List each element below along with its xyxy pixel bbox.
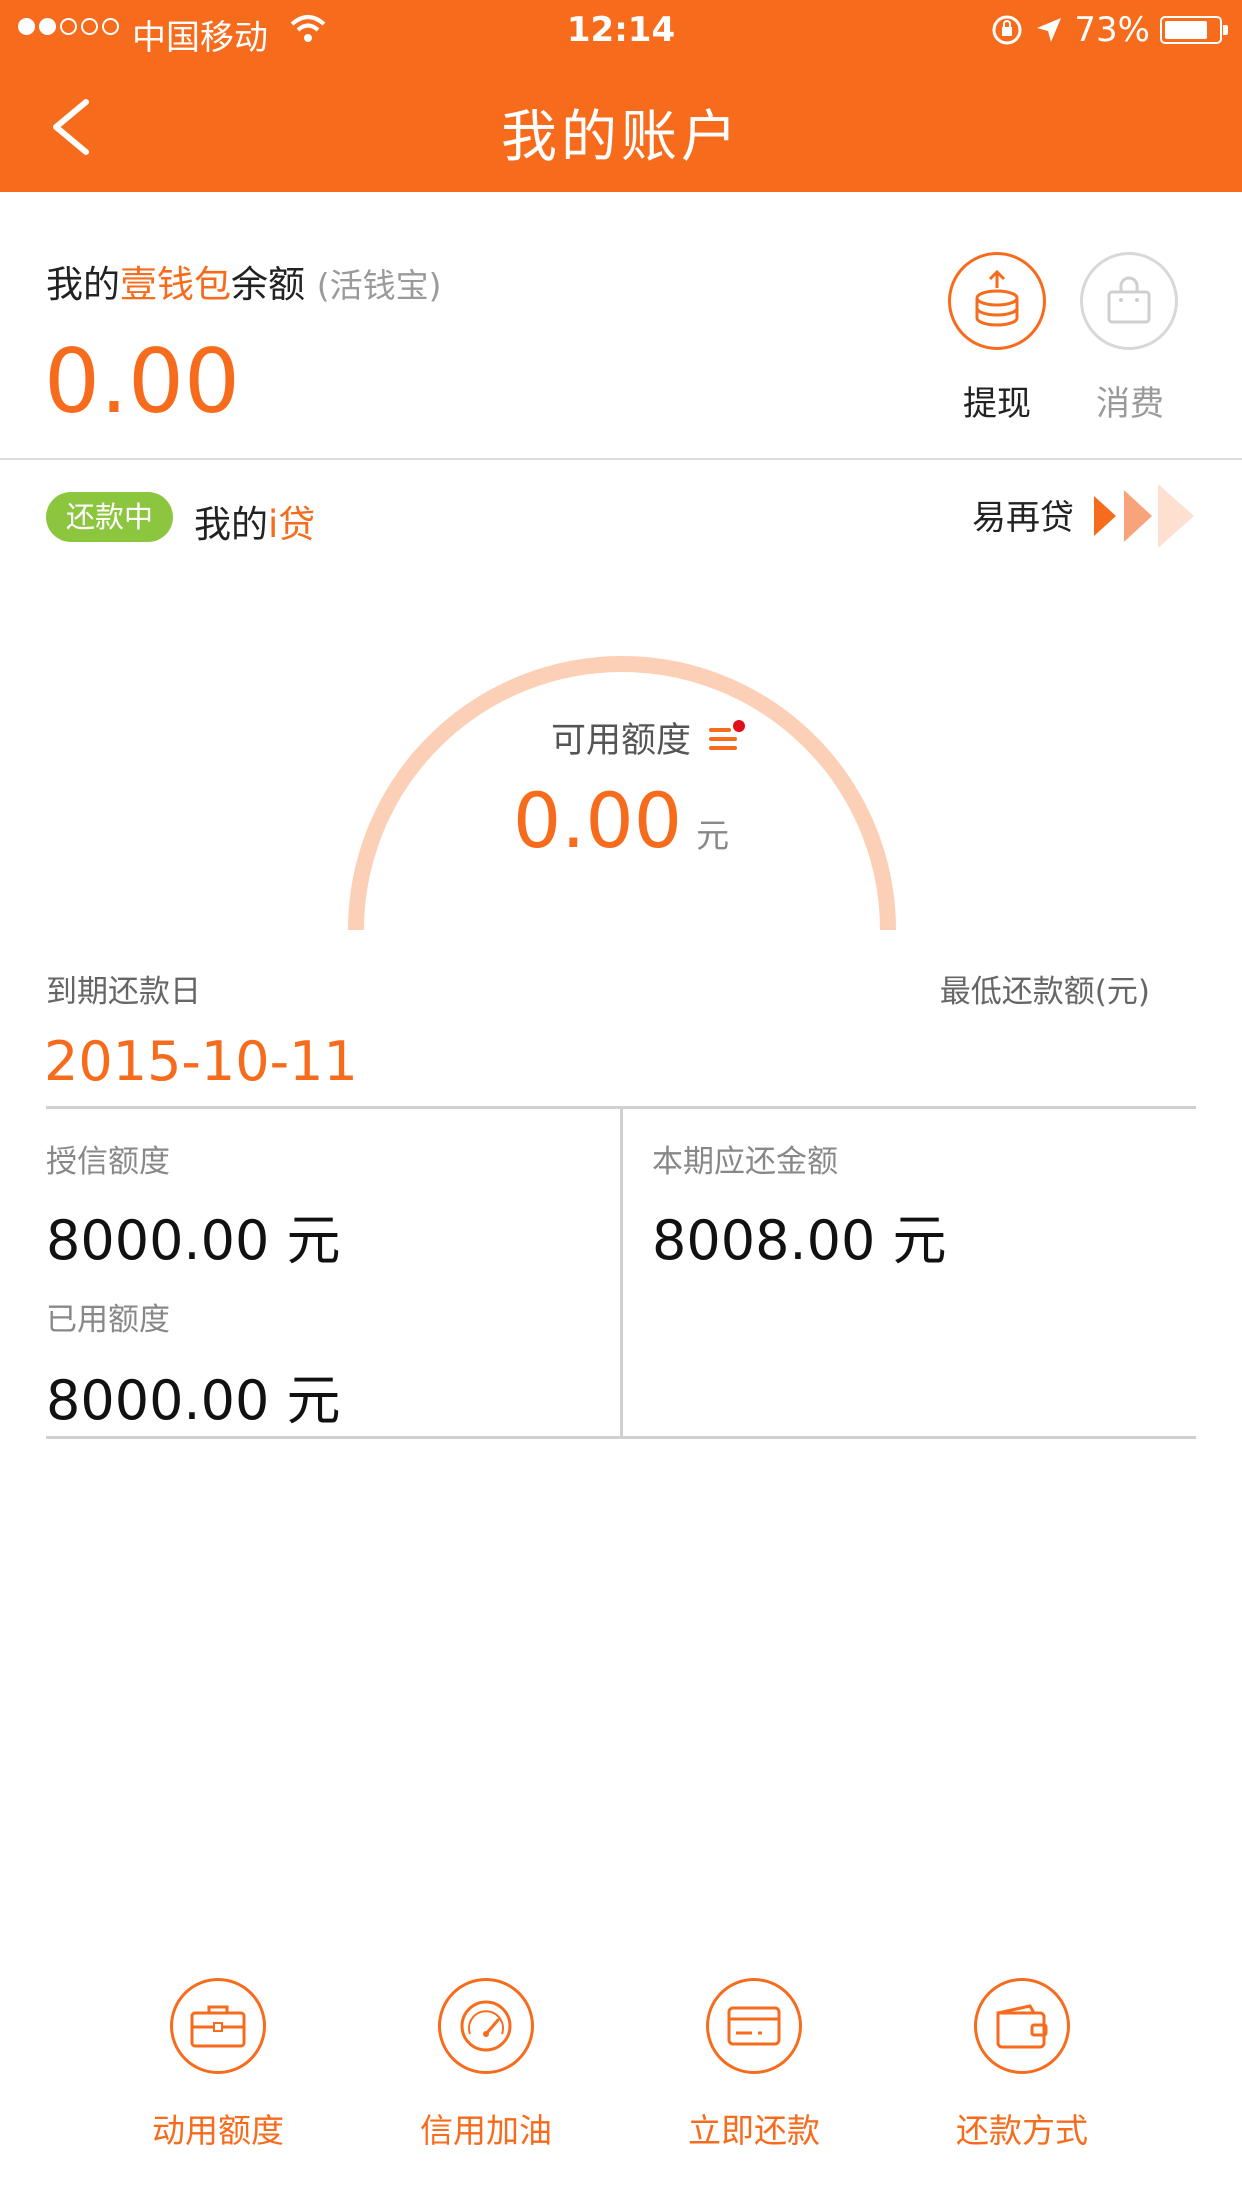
grid-vertical-line bbox=[620, 1106, 623, 1439]
battery-icon bbox=[1160, 16, 1228, 44]
used-credit-value: 8000.00 元 bbox=[46, 1369, 341, 1432]
available-credit-label: 可用额度 bbox=[0, 712, 1242, 763]
withdraw-button[interactable] bbox=[948, 252, 1046, 350]
triple-chevron-right-icon[interactable] bbox=[1094, 480, 1200, 552]
available-credit-value: 0.00 元 bbox=[512, 776, 730, 865]
card-icon bbox=[727, 2006, 781, 2046]
page-title: 我的账户 bbox=[501, 105, 741, 170]
briefcase-icon bbox=[190, 2005, 246, 2048]
loan-title: 我的i贷 bbox=[194, 503, 316, 546]
location-arrow-icon bbox=[1037, 18, 1062, 42]
reloan-link[interactable]: 易再贷 bbox=[972, 490, 1074, 539]
coins-withdraw-icon bbox=[975, 270, 1019, 327]
repayment-method-button[interactable]: 还款方式 bbox=[892, 1978, 1152, 2152]
due-date-value: 2015-10-11 bbox=[44, 1030, 358, 1093]
wallet-sub-label: (活钱宝) bbox=[316, 266, 442, 305]
status-right: 73% bbox=[990, 10, 1228, 50]
wallet-balance-label: 我的壹钱包余额 (活钱宝) bbox=[46, 263, 442, 306]
status-badge: 还款中 bbox=[46, 492, 174, 542]
consume-label[interactable]: 消费 bbox=[1060, 376, 1200, 425]
section-divider bbox=[0, 458, 1242, 460]
wallet-icon bbox=[996, 2004, 1048, 2049]
credit-boost-button[interactable]: 信用加油 bbox=[356, 1978, 616, 2152]
grid-bottom-line bbox=[46, 1436, 1196, 1439]
consume-button[interactable] bbox=[1080, 252, 1178, 350]
shopping-bag-icon bbox=[1107, 276, 1151, 324]
list-detail-icon[interactable] bbox=[707, 718, 747, 758]
withdraw-label[interactable]: 提现 bbox=[927, 376, 1067, 425]
gauge-icon bbox=[460, 2000, 512, 2052]
wallet-balance-value: 0.00 bbox=[44, 330, 240, 433]
loan-brand: i贷 bbox=[268, 503, 316, 546]
status-bar: 中国移动 12:14 73% bbox=[0, 0, 1242, 62]
battery-percent: 73% bbox=[1074, 10, 1150, 50]
period-due-label: 本期应还金额 bbox=[652, 1144, 838, 1180]
due-date-label: 到期还款日 bbox=[46, 974, 201, 1010]
top-bar: 中国移动 12:14 73% 我的账户 bbox=[0, 0, 1242, 192]
credit-limit-label: 授信额度 bbox=[46, 1144, 170, 1180]
min-payment-label: 最低还款额(元) bbox=[939, 974, 1150, 1010]
used-credit-label: 已用额度 bbox=[46, 1302, 170, 1338]
credit-limit-value: 8000.00 元 bbox=[46, 1209, 341, 1272]
repay-now-button[interactable]: 立即还款 bbox=[624, 1978, 884, 2152]
period-due-value: 8008.00 元 bbox=[652, 1209, 947, 1272]
rotation-lock-icon bbox=[992, 15, 1022, 45]
wallet-brand: 壹钱包 bbox=[120, 263, 231, 306]
use-credit-button[interactable]: 动用额度 bbox=[88, 1978, 348, 2152]
